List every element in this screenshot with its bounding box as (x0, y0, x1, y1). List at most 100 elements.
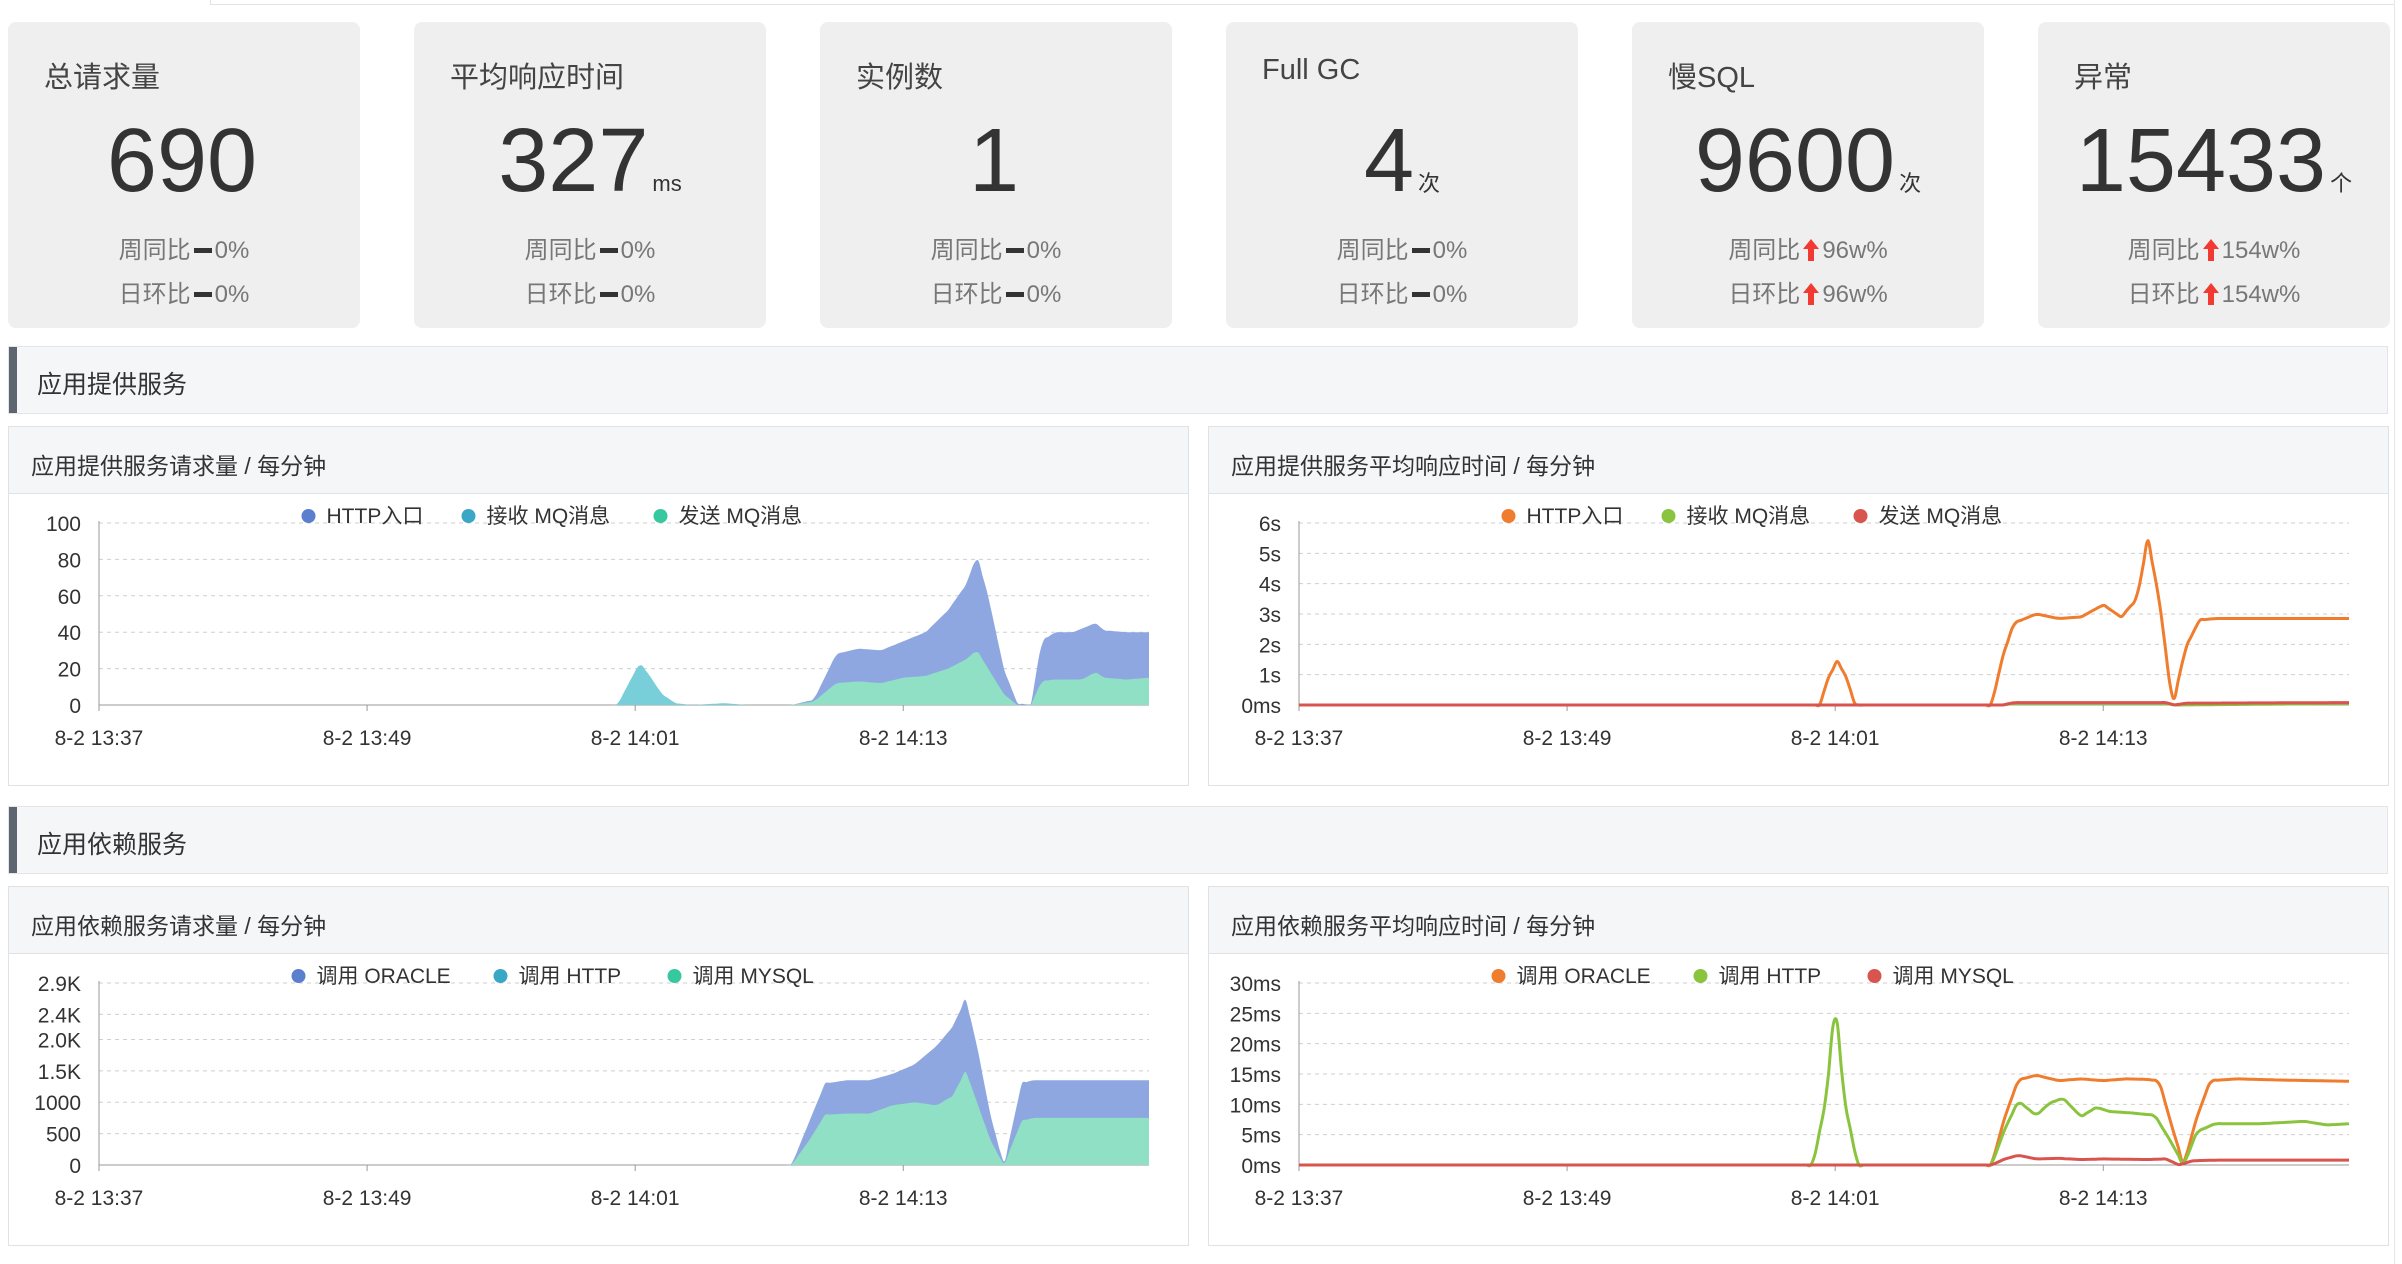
panel-title: 应用提供服务请求量 / 每分钟 (31, 453, 327, 479)
x-tick-label: 8-2 14:01 (1791, 1187, 1880, 1210)
legend-marker-icon (1491, 969, 1506, 983)
legend-item: 调用 ORACLE (291, 965, 451, 988)
x-tick-label: 8-2 14:01 (1791, 727, 1880, 750)
panel-title: 应用提供服务平均响应时间 / 每分钟 (1231, 453, 1596, 479)
section-title: 应用提供服务 (37, 371, 188, 399)
x-tick-label: 8-2 13:37 (55, 727, 144, 750)
panel-title: 应用依赖服务请求量 / 每分钟 (31, 913, 327, 939)
y-tick-label: 2.9K (38, 973, 81, 996)
y-tick-label: 80 (58, 549, 81, 572)
y-tick-label: 0 (69, 695, 81, 718)
series-line (1299, 701, 2350, 707)
kpi-day-compare: 日环比 0% (524, 281, 656, 308)
legend-label: 发送 MQ消息 (1879, 505, 2003, 528)
legend-label: 调用 HTTP (1719, 965, 1822, 988)
kpi-week-compare: 周同比 154w% (2127, 237, 2301, 264)
kpi-title: 慢SQL (1668, 62, 1756, 94)
legend-label: 调用 ORACLE (1517, 965, 1651, 988)
series-line (1299, 1154, 2349, 1167)
y-tick-label: 10ms (1230, 1094, 1281, 1117)
panel-header: 应用提供服务请求量 / 每分钟 (9, 427, 1188, 494)
kpi-day-compare: 日环比 154w% (2127, 281, 2301, 308)
legend-label: 调用 MYSQL (693, 965, 814, 988)
kpi-value: 4次 (1363, 111, 1441, 211)
kpi-title: 平均响应时间 (450, 62, 625, 94)
kpi-title: 异常 (2074, 62, 2133, 94)
kpi-week-compare: 周同比 0% (118, 237, 250, 264)
y-tick-label: 15ms (1230, 1064, 1281, 1087)
kpi-week-compare: 周同比 0% (1336, 237, 1468, 264)
y-tick-label: 0ms (1241, 695, 1281, 718)
legend-marker-icon (1501, 509, 1516, 523)
flat-trend-icon (1005, 248, 1024, 254)
kpi-value: 327 ms (498, 111, 682, 211)
kpi-value: 1 (968, 111, 1020, 211)
legend-marker-icon (1867, 969, 1882, 983)
legend-item: 调用 ORACLE (1491, 965, 1651, 988)
y-tick-label: 1.5K (38, 1061, 81, 1084)
y-tick-label: 1s (1259, 665, 1281, 688)
legend-marker-icon (667, 969, 682, 983)
x-tick-label: 8-2 14:01 (591, 1187, 680, 1210)
legend-label: 调用 ORACLE (317, 965, 451, 988)
kpi-value: 15433 个 (2075, 111, 2353, 211)
flat-trend-icon (193, 292, 212, 298)
series-line (1299, 1074, 2350, 1168)
panel-dependent-requests: 应用依赖服务请求量 / 每分钟 0 500 1000 1.5K 2.0K 2.4K 2.9K… (8, 886, 1189, 1246)
legend-label: 发送 MQ消息 (679, 505, 803, 528)
kpi-day-compare: 日环比 0% (118, 281, 250, 308)
panel-header: 应用提供服务平均响应时间 / 每分钟 (1209, 427, 2388, 494)
up-arrow-icon (2202, 238, 2219, 261)
flat-trend-icon (599, 292, 618, 298)
x-tick-label: 8-2 13:49 (1523, 1187, 1612, 1210)
y-tick-label: 6s (1259, 513, 1281, 536)
y-tick-label: 40 (58, 622, 81, 645)
up-arrow-icon (1803, 282, 1820, 305)
flat-trend-icon (1411, 248, 1430, 254)
legend-item: 调用 HTTP (1693, 965, 1822, 988)
panel-header: 应用依赖服务平均响应时间 / 每分钟 (1209, 887, 2388, 954)
legend-label: 接收 MQ消息 (487, 505, 611, 528)
y-tick-label: 2.0K (38, 1029, 81, 1052)
kpi-card-avg-response: 平均响应时间 327 ms 周同比 0% 日环比 0% (414, 22, 766, 328)
legend-item: 调用 MYSQL (667, 965, 814, 988)
legend-item: HTTP入口 (301, 505, 423, 528)
active-tab-stub[interactable] (0, 0, 211, 5)
flat-trend-icon (193, 248, 212, 254)
y-tick-label: 5s (1259, 543, 1281, 566)
legend-marker-icon (301, 509, 316, 523)
y-tick-label: 2s (1259, 634, 1281, 657)
x-tick-label: 8-2 13:37 (1255, 727, 1344, 750)
legend-marker-icon (653, 509, 668, 523)
flat-trend-icon (1411, 292, 1430, 298)
legend-label: HTTP入口 (1527, 505, 1624, 528)
x-tick-label: 8-2 14:13 (859, 1187, 948, 1210)
kpi-summary-row: 总请求量 690 周同比 0% 日环比 0% 平均响应时间 327 ms 周同比 0% … (8, 22, 2390, 328)
x-tick-label: 8-2 14:13 (2059, 1187, 2148, 1210)
legend-marker-icon (493, 969, 508, 983)
series-line (1299, 539, 2349, 708)
kpi-day-compare: 日环比 0% (1336, 281, 1468, 308)
legend-label: 调用 HTTP (519, 965, 622, 988)
y-tick-label: 20 (58, 659, 81, 682)
x-tick-label: 8-2 14:13 (2059, 727, 2148, 750)
legend-marker-icon (1693, 969, 1708, 983)
kpi-title: 总请求量 (44, 62, 161, 94)
x-tick-label: 8-2 13:49 (323, 1187, 412, 1210)
kpi-day-compare: 日环比 96w% (1728, 281, 1888, 308)
section-provided-services: 应用提供服务 (8, 346, 2388, 414)
y-tick-label: 3s (1259, 604, 1281, 627)
legend-marker-icon (1661, 509, 1676, 523)
up-arrow-icon (1803, 238, 1820, 261)
chart-dependent-requests: 0 500 1000 1.5K 2.0K2.4K 2.9K 8-2 13:37 8-2 13:… (34, 965, 1149, 1210)
y-tick-label: 0 (69, 1155, 81, 1178)
legend-label: 调用 MYSQL (1893, 965, 2014, 988)
y-tick-label: 20ms (1230, 1034, 1281, 1057)
chart-provided-response-time: 0ms 1s 2s 3s 4s 5s 6s 8-2 13:37 8-2 13:49 8-2 14:… (1241, 505, 2350, 750)
up-arrow-icon (2202, 282, 2219, 305)
y-tick-label: 5ms (1241, 1125, 1281, 1148)
legend-item: 接收 MQ消息 (461, 505, 611, 528)
section-dependent-services: 应用依赖服务 (8, 806, 2388, 874)
chart-provided-requests: 0 20 40 60 80 100 8-2 13:37 8-2 13:49 8-2 14:01 8… (46, 505, 1149, 750)
scrollbar-track[interactable] (2394, 0, 2402, 1264)
